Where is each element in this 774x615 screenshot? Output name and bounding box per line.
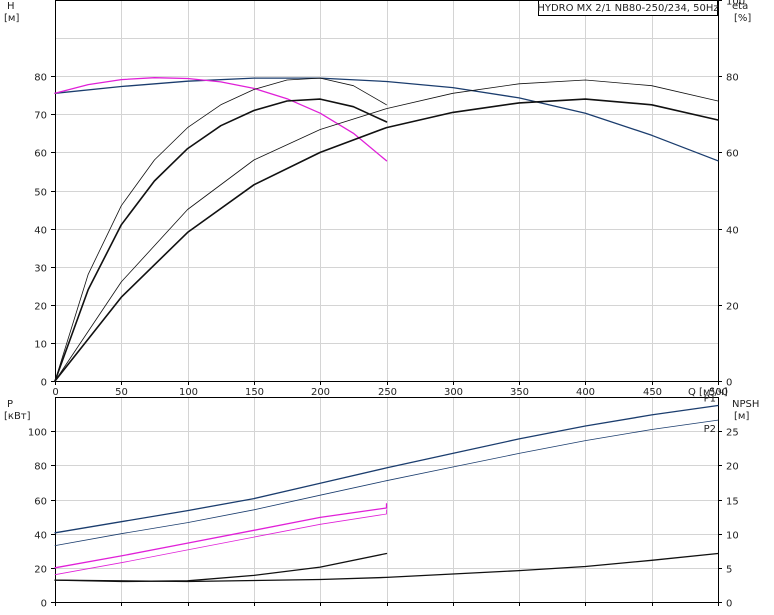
y-left-tick-label: 0 [41, 378, 47, 389]
series-line [54, 79, 719, 382]
series-line [54, 552, 388, 583]
series-line [54, 552, 719, 583]
series-line-p2 [54, 419, 719, 546]
y-right-axis-unit: [%] [734, 13, 751, 24]
y-right-axis-label: NPSH [732, 399, 759, 410]
x-tick-label: 50 [115, 387, 128, 398]
y-left-tick-label: 80 [34, 462, 47, 473]
x-tick-label: 300 [444, 387, 463, 398]
y-right-tick-label: 0 [726, 599, 732, 610]
y-left-tick-label: 80 [34, 73, 47, 84]
y-left-axis-unit: [м] [4, 13, 19, 24]
y-left-tick-label: 0 [41, 599, 47, 610]
y-right-tick-label: 80 [726, 73, 739, 84]
series-line [54, 77, 388, 162]
x-tick-label: 450 [643, 387, 662, 398]
y-left-tick-label: 50 [34, 188, 47, 199]
y-left-tick-label: 70 [34, 111, 47, 122]
y-left-tick-label: 30 [34, 264, 47, 275]
y-left-tick-label: 40 [34, 531, 47, 542]
y-left-tick-label: 60 [34, 497, 47, 508]
x-tick-label: 350 [510, 387, 529, 398]
y-left-tick-label: 10 [34, 340, 47, 351]
y-left-axis-label: H [7, 1, 15, 12]
x-tick-label: 250 [378, 387, 397, 398]
series-label-p1: P1 [704, 394, 716, 405]
series-line [54, 77, 719, 162]
y-right-tick-label: 10 [726, 531, 739, 542]
y-left-tick-label: 40 [34, 226, 47, 237]
x-tick-label: 0 [52, 387, 58, 398]
y-left-tick-label: 100 [28, 428, 47, 439]
y-right-tick-label: 15 [726, 497, 739, 508]
y-right-tick-label: 20 [726, 462, 739, 473]
chart-canvas: 0 50 100 150 200 250 300 350 400 450 5000102030405… [4, 0, 759, 610]
y-right-tick-label: 40 [726, 226, 739, 237]
y-right-tick-label: 25 [726, 428, 739, 439]
series-line [54, 98, 719, 382]
x-tick-label: 200 [311, 387, 330, 398]
y-right-tick-label: 5 [726, 565, 732, 576]
y-left-axis-unit: [кВт] [4, 411, 31, 422]
y-left-axis-label: P [7, 399, 13, 410]
y-right-axis-unit: [м] [734, 411, 749, 422]
y-right-tick-label: 60 [726, 149, 739, 160]
series-line [54, 509, 387, 576]
chart-title: HYDRO MX 2/1 NB80-250/234, 50Hz [537, 3, 718, 14]
y-left-tick-label: 20 [34, 565, 47, 576]
y-right-tick-label: 20 [726, 302, 739, 313]
series-line [54, 503, 388, 569]
x-tick-label: 150 [245, 387, 264, 398]
x-tick-label: 400 [576, 387, 595, 398]
y-right-axis-label: eta [732, 1, 748, 12]
x-tick-label: 100 [179, 387, 198, 398]
series-label-p2: P2 [704, 424, 716, 435]
y-left-tick-label: 60 [34, 149, 47, 160]
pump-performance-chart: 0 50 100 150 200 250 300 350 400 450 500 0 10 20 30 40 5… [0, 0, 774, 611]
y-left-tick-label: 20 [34, 302, 47, 313]
